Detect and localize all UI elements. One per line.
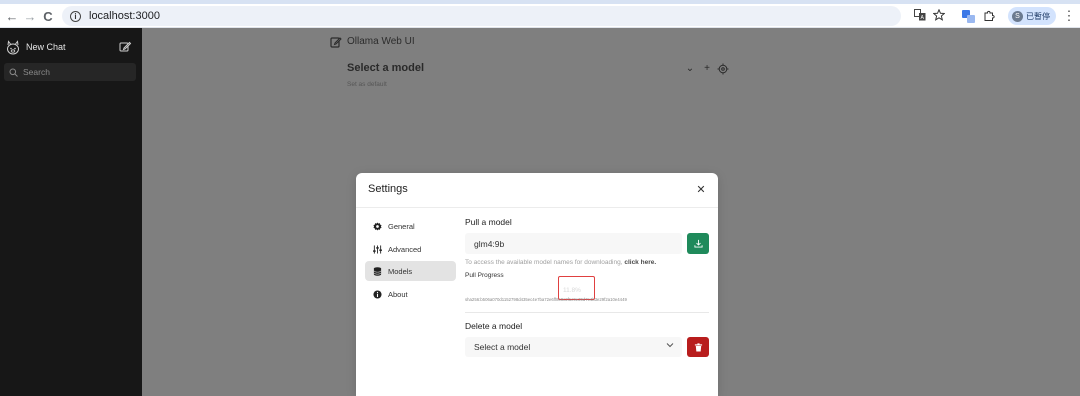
url-text[interactable]: localhost:3000 [89,10,160,22]
avatar: S [1012,10,1023,22]
translate-icon[interactable]: A [912,7,928,23]
sidebar: New Chat Search [0,28,142,396]
new-chat-row[interactable]: New Chat [0,38,142,60]
model-names-hint: To access the available model names for … [465,259,656,266]
tab-label: Advanced [388,244,422,254]
svg-text:A: A [920,15,924,21]
model-chevron-icon[interactable]: ⌄ [684,63,696,75]
extensions-puzzle-icon[interactable] [981,8,997,24]
browser-menu-icon[interactable]: ⋮ [1062,8,1076,24]
search-placeholder: Search [23,67,50,77]
database-icon [372,266,382,276]
tab-advanced[interactable]: Advanced [365,239,456,259]
extension-translate-icon[interactable] [960,8,976,24]
delete-select-value: Select a model [474,342,531,352]
profile-status-label: 已暫停 [1026,11,1050,21]
ollama-logo-icon [7,40,19,55]
page-title: Ollama Web UI [347,36,415,47]
pull-model-title: Pull a model [465,217,512,227]
download-icon [693,239,703,248]
modal-divider [356,207,718,208]
search-icon [9,68,18,77]
back-button[interactable]: ← [2,6,22,26]
settings-gear-icon[interactable] [717,63,729,75]
address-bar[interactable]: i localhost:3000 [62,6,901,26]
add-model-icon[interactable]: + [701,63,713,75]
download-button[interactable] [687,233,709,254]
tab-label: About [388,289,408,299]
new-chat-label[interactable]: New Chat [26,42,66,52]
tab-models[interactable]: Models [365,261,456,281]
site-info-icon[interactable]: i [70,10,81,22]
delete-model-select[interactable]: Select a model [465,337,682,357]
bookmark-star-icon[interactable] [931,7,947,23]
model-selector-title[interactable]: Select a model [347,62,424,74]
tab-label: Models [388,266,413,276]
click-here-link[interactable]: click here. [624,259,656,266]
new-chat-edit-icon[interactable] [118,40,132,54]
delete-model-title: Delete a model [465,321,523,331]
tab-about[interactable]: About [365,284,456,304]
trash-icon [694,342,702,352]
pull-progress-label: Pull Progress [465,272,504,279]
search-input[interactable]: Search [4,63,136,81]
chevron-down-icon [666,343,674,348]
browser-toolbar: ← → C i localhost:3000 A S 已暫停 ⋮ [0,4,1080,28]
edit-icon[interactable] [330,36,342,48]
tab-general[interactable]: General [365,216,456,236]
modal-title: Settings [368,183,408,195]
profile-chip[interactable]: S 已暫停 [1008,7,1056,25]
reload-button[interactable]: C [38,6,58,26]
delete-button[interactable] [687,337,709,357]
section-divider [465,312,709,313]
hint-text: To access the available model names for … [465,259,625,266]
close-icon[interactable]: ✕ [694,183,708,197]
settings-modal: Settings ✕ General Advanced Models About… [356,173,718,396]
pull-digest: sha256:b506a070d1152798d435ec4e7ba72e6ff… [465,297,627,302]
info-icon [372,289,382,299]
gear-icon [372,221,382,231]
set-default-link[interactable]: Set as default [347,81,387,88]
sliders-icon [372,244,382,254]
pull-model-input[interactable]: glm4:9b [465,233,682,254]
forward-button[interactable]: → [20,6,40,26]
tab-label: General [388,221,415,231]
